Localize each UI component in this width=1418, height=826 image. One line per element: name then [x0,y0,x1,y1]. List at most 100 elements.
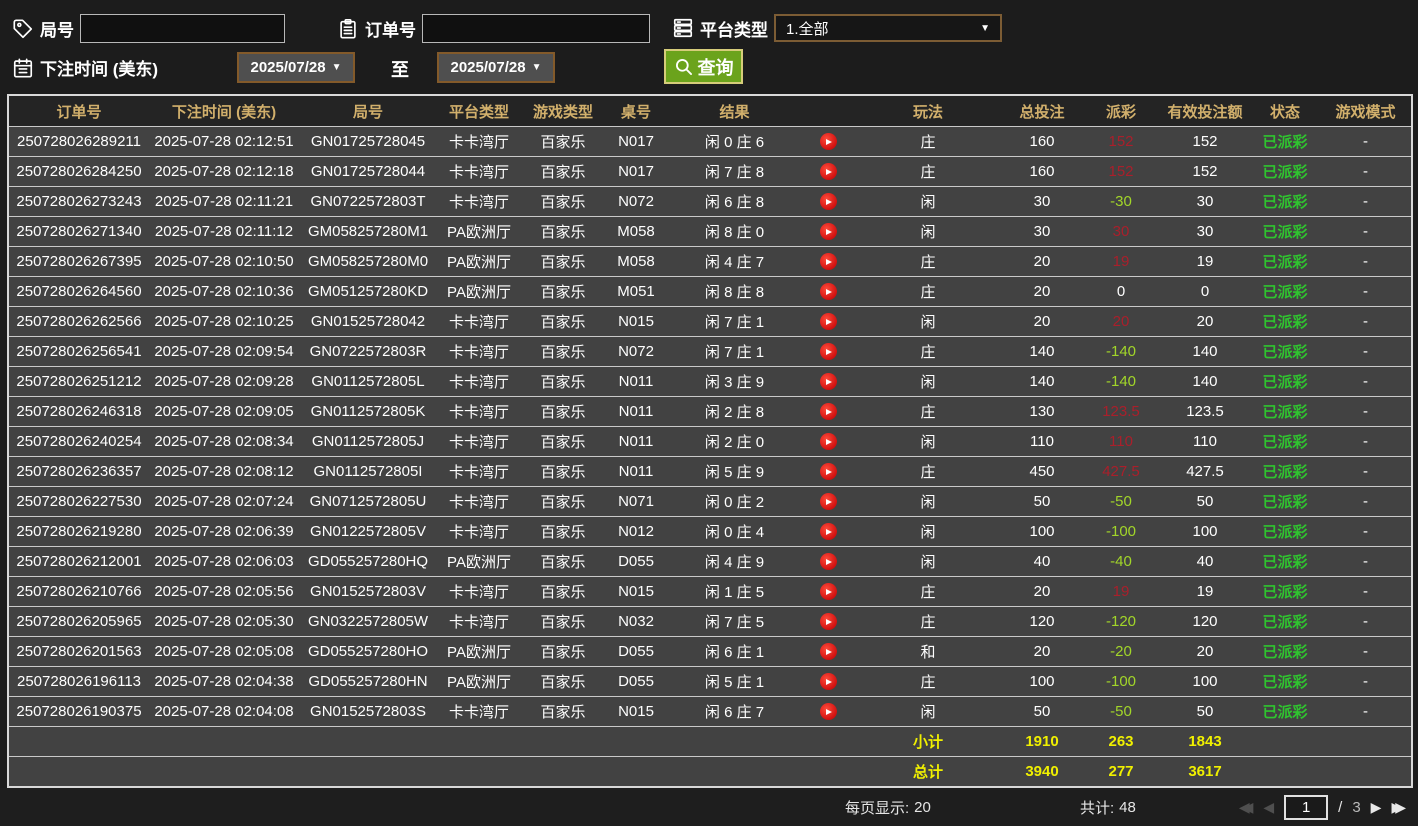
play-video-icon[interactable] [819,613,837,630]
play-video-icon[interactable] [819,493,837,510]
game-no-cell: GN0112572805L [311,373,425,390]
play-video-icon[interactable] [819,463,837,480]
game-no-cell: GN0722572803R [309,343,427,360]
last-page-icon[interactable]: ▶▶ [1391,800,1406,814]
payout-cell: 20 [1112,313,1130,330]
page-number-input[interactable] [1284,794,1329,820]
column-header: 结果 [719,103,750,121]
result-cell: 闲 2 庄 0 [704,434,765,451]
play-video-icon[interactable] [819,583,837,600]
game-mode-cell: - [1363,343,1368,360]
page-total: 3 [1352,798,1361,816]
per-page-label: 每页显示: [845,799,910,817]
prev-page-icon[interactable]: ◀ [1263,800,1274,814]
bet-time-cell: 2025-07-28 02:05:08 [154,643,294,660]
magnifier-icon [674,57,694,77]
game-mode-cell: - [1363,673,1368,690]
table-row: 250728026240254 2025-07-28 02:08:34 GN01… [9,426,1411,456]
total-payout: 277 [1108,763,1134,780]
bet-time-cell: 2025-07-28 02:08:34 [154,433,294,450]
play-video-icon[interactable] [819,223,837,240]
payout-cell: -20 [1110,643,1132,660]
order-no-input[interactable] [422,14,650,43]
column-header: 桌号 [620,103,651,121]
subtotal-row: 小计 1910 263 1843 [9,726,1411,756]
play-video-icon[interactable] [819,253,837,270]
result-cell: 闲 7 庄 1 [704,314,765,331]
table-row: 250728026267395 2025-07-28 02:10:50 GM05… [9,246,1411,276]
order-no-cell: 250728026240254 [16,433,142,450]
total-label: 总计 [912,764,943,781]
status-cell: 已派彩 [1262,254,1308,271]
order-no-cell: 250728026284250 [16,163,142,180]
game-type-cell: 百家乐 [540,314,586,331]
play-video-icon[interactable] [819,283,837,300]
play-type-cell: 庄 [920,134,936,151]
bet-time-cell: 2025-07-28 02:10:25 [154,313,294,330]
play-video-icon[interactable] [819,433,837,450]
table-no-cell: N032 [618,613,654,630]
order-no-cell: 250728026267395 [16,253,142,270]
date-to-picker[interactable]: 2025/07/28 ▼ [437,52,555,83]
result-cell: 闲 8 庄 8 [704,284,765,301]
game-type-cell: 百家乐 [540,524,586,541]
table-no-cell: N012 [618,523,654,540]
query-button[interactable]: 查询 [664,49,743,84]
payout-cell: 30 [1112,223,1130,240]
bet-time-label: 下注时间 (美东) [40,60,159,79]
platform-type-select[interactable]: 1.全部 ▼ [774,14,1002,42]
game-type-cell: 百家乐 [540,464,586,481]
game-no-input[interactable] [80,14,285,43]
platform-type-label: 平台类型 [700,20,768,40]
table-body: 250728026289211 2025-07-28 02:12:51 GN01… [9,126,1411,726]
play-video-icon[interactable] [819,133,837,150]
platform-type-value: 1.全部 [786,20,829,38]
page-separator: / [1338,798,1343,816]
play-video-icon[interactable] [819,163,837,180]
play-type-cell: 庄 [920,674,936,691]
play-video-icon[interactable] [819,643,837,660]
table-row: 250728026251212 2025-07-28 02:09:28 GN01… [9,366,1411,396]
first-page-icon[interactable]: ◀◀ [1239,800,1254,814]
order-no-cell: 250728026190375 [16,703,142,720]
payout-cell: -120 [1105,613,1137,630]
platform-cell: 卡卡湾厅 [448,194,509,211]
status-cell: 已派彩 [1262,704,1308,721]
play-video-icon[interactable] [819,373,837,390]
play-video-icon[interactable] [819,703,837,720]
payout-cell: -50 [1110,703,1132,720]
status-cell: 已派彩 [1262,674,1308,691]
bet-time-cell: 2025-07-28 02:08:12 [154,463,294,480]
table-no-cell: M058 [617,253,655,270]
total-bet-cell: 140 [1029,343,1055,360]
game-type-cell: 百家乐 [540,614,586,631]
total-bet-cell: 140 [1029,373,1055,390]
total-bet-cell: 120 [1029,613,1055,630]
valid-bet-cell: 110 [1193,433,1217,450]
play-video-icon[interactable] [819,313,837,330]
game-no-cell: GD055257280HN [308,673,428,690]
play-video-icon[interactable] [819,403,837,420]
table-no-cell: N015 [618,313,654,330]
bet-time-cell: 2025-07-28 02:12:51 [154,133,294,150]
payout-cell: -100 [1105,523,1137,540]
table-no-cell: N015 [618,583,654,600]
play-video-icon[interactable] [819,343,837,360]
platform-cell: 卡卡湾厅 [448,704,509,721]
play-video-icon[interactable] [819,193,837,210]
valid-bet-cell: 152 [1192,133,1218,150]
bet-time-cell: 2025-07-28 02:09:28 [154,373,294,390]
play-video-icon[interactable] [819,673,837,690]
subtotal-valid-bet: 1843 [1188,733,1222,750]
platform-cell: 卡卡湾厅 [448,134,509,151]
play-video-icon[interactable] [819,523,837,540]
total-bet-cell: 30 [1033,223,1051,240]
valid-bet-cell: 100 [1192,523,1218,540]
date-from-picker[interactable]: 2025/07/28 ▼ [237,52,355,83]
play-type-cell: 闲 [920,494,936,511]
next-page-icon[interactable]: ▶ [1371,800,1382,814]
play-video-icon[interactable] [819,553,837,570]
game-no-cell: GN0122572805V [310,523,426,540]
platform-cell: PA欧洲厅 [447,284,511,301]
total-total-bet: 3940 [1025,763,1059,780]
